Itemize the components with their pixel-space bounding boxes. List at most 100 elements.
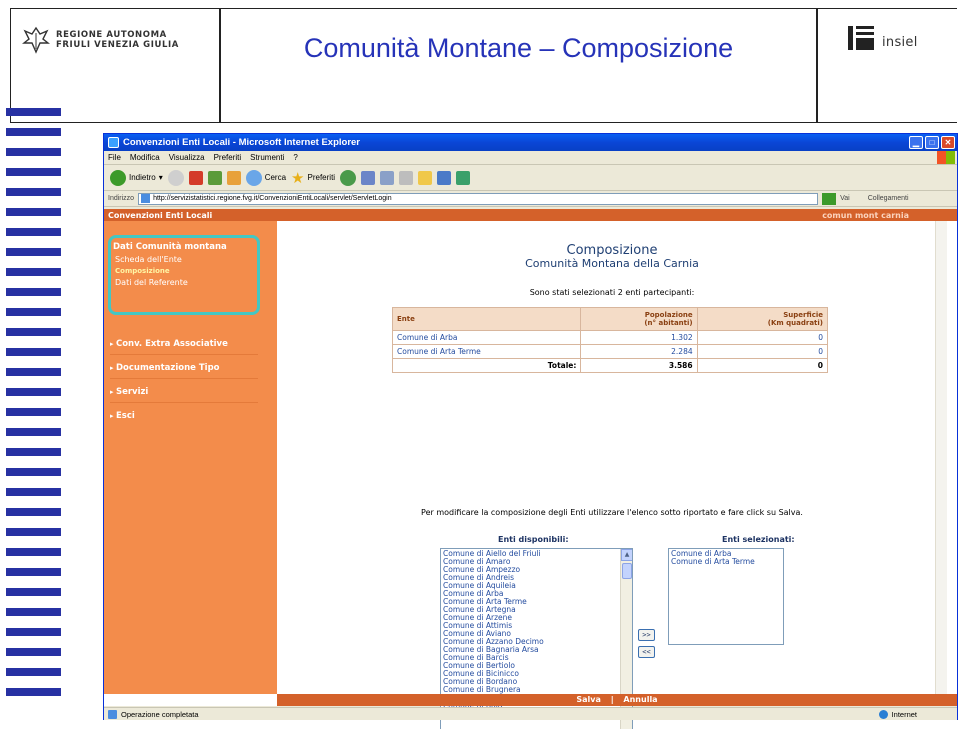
windows-logo-icon: [937, 151, 955, 164]
close-button[interactable]: ✕: [941, 136, 955, 149]
decorative-stripes: [6, 108, 61, 708]
total-popolazione: 3.586: [580, 358, 698, 373]
table-header-row: Ente Popolazione (n° abitanti) Superfici…: [391, 307, 829, 331]
insiel-logo: insiel: [848, 26, 918, 50]
toolbar: Indietro ▾ Cerca ★ Preferiti: [104, 165, 957, 191]
menu-strumenti[interactable]: Strumenti: [250, 153, 284, 162]
edit-button[interactable]: [399, 170, 414, 185]
header-title-box: [220, 8, 817, 123]
entities-table: Ente Popolazione (n° abitanti) Superfici…: [391, 307, 829, 373]
window-titlebar: Convenzioni Enti Locali - Microsoft Inte…: [104, 134, 957, 151]
menu-file[interactable]: File: [108, 153, 121, 162]
star-icon: ★: [291, 169, 305, 187]
total-label: Totale:: [391, 358, 582, 373]
web-page: Convenzioni Enti Locali comun mont carni…: [104, 209, 957, 729]
folder-button[interactable]: [418, 170, 433, 185]
divider: [110, 378, 258, 379]
brand-name: insiel: [882, 35, 918, 50]
page-done-icon: [108, 709, 117, 719]
header-superficie: Superficie (Km quadrati): [696, 307, 829, 331]
save-button[interactable]: Salva: [576, 695, 601, 704]
sidebar-item-conv-extra[interactable]: Conv. Extra Associative: [110, 339, 228, 349]
search-button[interactable]: Cerca: [245, 169, 286, 186]
slide-title: Comunità Montane – Composizione: [303, 33, 734, 63]
ie-icon: [108, 137, 119, 148]
cell-superficie: 0: [696, 344, 829, 359]
sidebar-link-composizione[interactable]: Composizione: [113, 267, 255, 275]
org-line-1: REGIONE AUTONOMA: [56, 30, 167, 40]
user-label: comun mont carnia: [822, 210, 909, 220]
table-row: Comune di Arba 1.302 0: [391, 330, 829, 345]
sidebar-group-dati: Dati Comunità montana Scheda dell'Ente C…: [108, 235, 260, 315]
refresh-button[interactable]: [207, 170, 222, 185]
action-separator: |: [610, 695, 614, 704]
research-button[interactable]: [437, 170, 452, 185]
divider: [110, 402, 258, 403]
available-label: Enti disponibili:: [498, 535, 569, 544]
cell-ente: Comune di Arta Terme: [391, 344, 582, 359]
selected-note: Sono stati selezionati 2 enti partecipan…: [529, 288, 695, 297]
browser-window: Convenzioni Enti Locali - Microsoft Inte…: [103, 133, 958, 729]
selected-label: Enti selezionati:: [722, 535, 795, 544]
content-subtitle: Comunità Montana della Carnia: [525, 257, 699, 270]
cell-popolazione: 2.284: [580, 344, 698, 359]
sidebar-group-title[interactable]: Dati Comunità montana: [113, 242, 255, 252]
sidebar-item-esci[interactable]: Esci: [110, 411, 135, 421]
go-button[interactable]: [822, 192, 837, 205]
address-label: Indirizzo: [108, 195, 135, 202]
selected-listbox[interactable]: Comune di Arba Comune di Arta Terme: [668, 548, 784, 645]
messenger-button[interactable]: [456, 170, 471, 185]
main-content: Composizione Comunità Montana della Carn…: [277, 221, 947, 729]
status-bar: Operazione completata Internet: [104, 707, 957, 720]
menu-visualizza[interactable]: Visualizza: [169, 153, 205, 162]
go-label[interactable]: Vai: [840, 195, 850, 202]
header-popolazione: Popolazione (n° abitanti): [580, 307, 698, 331]
home-button[interactable]: [226, 170, 241, 185]
header-ente: Ente: [391, 307, 582, 331]
back-button[interactable]: Indietro ▾: [110, 169, 163, 186]
print-button[interactable]: [380, 170, 395, 185]
sidebar-item-servizi[interactable]: Servizi: [110, 387, 148, 397]
add-button[interactable]: >>: [638, 629, 655, 641]
app-title: Convenzioni Enti Locali: [108, 210, 213, 220]
remove-button[interactable]: <<: [638, 646, 655, 658]
scroll-thumb[interactable]: [622, 563, 632, 579]
zone-text: Internet: [891, 709, 917, 719]
cancel-button[interactable]: Annulla: [623, 695, 657, 704]
slide: REGIONE AUTONOMA FRIULI VENEZIA GIULIA C…: [0, 0, 960, 729]
mail-button[interactable]: [361, 170, 376, 185]
cell-ente: Comune di Arba: [391, 330, 582, 345]
address-bar: Indirizzo http://servizistatistici.regio…: [104, 191, 957, 207]
maximize-button[interactable]: □: [925, 136, 939, 149]
menu-modifica[interactable]: Modifica: [130, 153, 160, 162]
favorites-button[interactable]: ★ Preferiti: [291, 169, 335, 187]
eagle-crest-icon: [22, 26, 50, 54]
table-total-row: Totale: 3.586 0: [391, 358, 829, 373]
divider: [110, 354, 258, 355]
page-scrollbar[interactable]: [935, 221, 947, 706]
forward-button[interactable]: [167, 169, 184, 186]
sidebar-item-documentazione[interactable]: Documentazione Tipo: [110, 363, 220, 373]
region-logo: REGIONE AUTONOMA FRIULI VENEZIA GIULIA: [22, 25, 179, 55]
back-arrow-icon: [110, 169, 126, 186]
minimize-button[interactable]: ▁: [909, 136, 923, 149]
stop-button[interactable]: [188, 170, 203, 185]
sidebar-link-referente[interactable]: Dati del Referente: [113, 278, 255, 287]
content-title: Composizione: [566, 243, 658, 258]
menu-help[interactable]: ?: [293, 153, 297, 162]
address-input[interactable]: http://servizistatistici.regione.fvg.it/…: [138, 192, 819, 205]
cell-popolazione: 1.302: [580, 330, 698, 345]
menu-preferiti[interactable]: Preferiti: [214, 153, 242, 162]
links-label[interactable]: Collegamenti: [868, 195, 909, 202]
app-header: Convenzioni Enti Locali comun mont carni…: [104, 209, 957, 221]
sidebar-link-scheda[interactable]: Scheda dell'Ente: [113, 255, 255, 264]
sidebar: Dati Comunità montana Scheda dell'Ente C…: [104, 221, 277, 694]
scroll-up-icon[interactable]: ▲: [621, 549, 632, 561]
instructions-text: Per modificare la composizione degli Ent…: [421, 508, 803, 517]
menubar: File Modifica Visualizza Preferiti Strum…: [104, 151, 957, 165]
window-title: Convenzioni Enti Locali - Microsoft Inte…: [123, 137, 360, 148]
cell-superficie: 0: [696, 330, 829, 345]
history-button[interactable]: [340, 169, 357, 186]
list-item[interactable]: Comune di Arta Terme: [671, 558, 781, 566]
table-row: Comune di Arta Terme 2.284 0: [391, 344, 829, 359]
